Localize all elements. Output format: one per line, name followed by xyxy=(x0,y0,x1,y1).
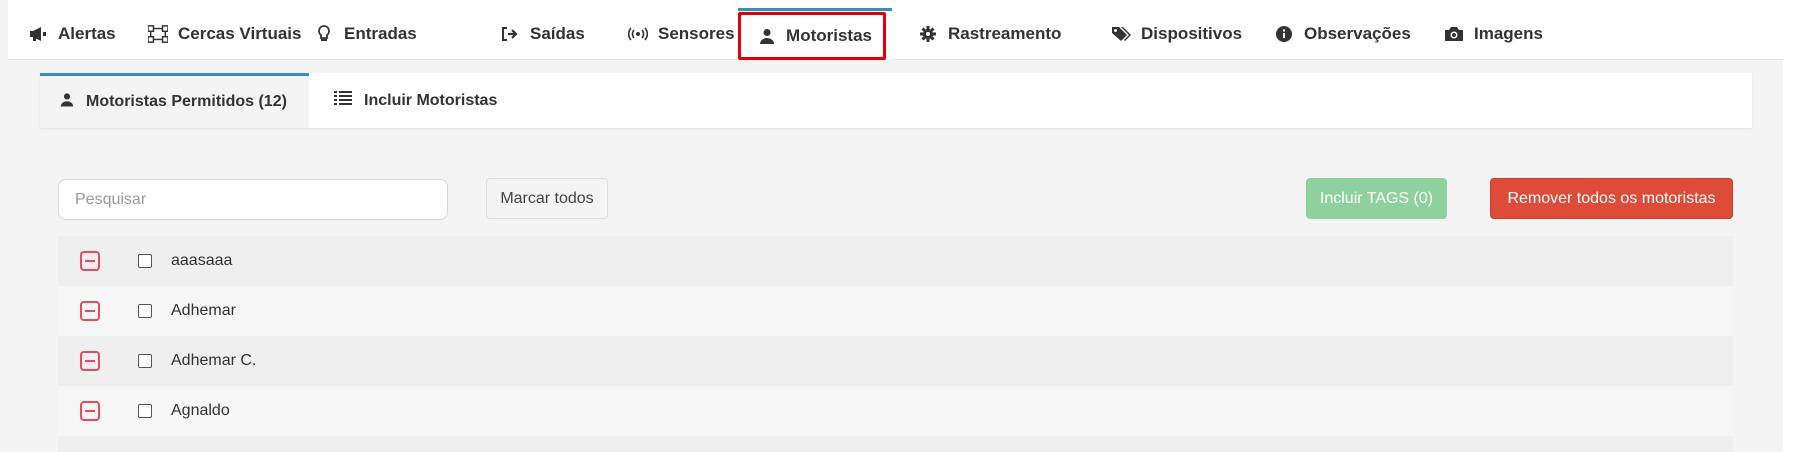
driver-name: Agnaldo xyxy=(171,402,230,419)
tab-label: Imagens xyxy=(1474,24,1543,43)
subtab-include-drivers[interactable]: Incluir Motoristas xyxy=(334,73,497,128)
remove-icon[interactable] xyxy=(80,351,100,371)
broadcast-icon xyxy=(628,24,648,44)
table-row: Adhemar xyxy=(58,286,1733,336)
search-input[interactable] xyxy=(58,179,448,220)
tab-sensores[interactable]: Sensores xyxy=(608,8,755,60)
tab-label: Motoristas xyxy=(786,25,872,45)
row-checkbox[interactable] xyxy=(138,404,152,418)
tab-label: Saídas xyxy=(530,24,585,43)
table-row: Agnaldo xyxy=(58,386,1733,436)
tags-icon xyxy=(1111,24,1131,44)
tab-rastreamento[interactable]: Rastreamento xyxy=(898,8,1081,60)
tab-label: Sensores xyxy=(658,24,735,43)
tab-cercas-virtuais[interactable]: Cercas Virtuais xyxy=(128,8,321,60)
driver-name: Adhemar C. xyxy=(171,352,257,369)
user-icon xyxy=(60,92,74,112)
camera-icon xyxy=(1444,24,1464,44)
tab-entradas[interactable]: Entradas xyxy=(294,8,437,60)
user-icon xyxy=(758,26,776,46)
driver-name: Adhemar xyxy=(171,302,236,319)
remove-icon[interactable] xyxy=(80,301,100,321)
tab-label: Cercas Virtuais xyxy=(178,24,302,43)
tab-label: Observações xyxy=(1304,24,1411,43)
sub-tab-bar: Motoristas Permitidos (12) Incluir Motor… xyxy=(40,73,1752,128)
gear-icon xyxy=(918,24,938,44)
include-tags-button[interactable]: Incluir TAGS (0) xyxy=(1306,178,1447,219)
tab-saidas[interactable]: Saídas xyxy=(480,8,605,60)
row-checkbox[interactable] xyxy=(138,304,152,318)
megaphone-icon xyxy=(28,24,48,44)
page-edge xyxy=(1783,0,1807,452)
table-row xyxy=(58,436,1733,452)
tab-imagens[interactable]: Imagens xyxy=(1424,8,1563,60)
vector-square-icon xyxy=(148,24,168,44)
tab-observacoes[interactable]: Observações xyxy=(1254,8,1431,60)
tab-motoristas[interactable]: Motoristas xyxy=(738,8,892,60)
remove-icon[interactable] xyxy=(80,251,100,271)
subtab-label: Incluir Motoristas xyxy=(364,91,498,109)
remove-icon[interactable] xyxy=(80,401,100,421)
row-checkbox[interactable] xyxy=(138,254,152,268)
table-row: aaasaaa xyxy=(58,236,1733,286)
subtab-allowed-drivers[interactable]: Motoristas Permitidos (12) xyxy=(40,73,309,128)
tab-alertas[interactable]: Alertas xyxy=(8,8,136,60)
row-checkbox[interactable] xyxy=(138,354,152,368)
info-circle-icon xyxy=(1274,24,1294,44)
tab-label: Dispositivos xyxy=(1141,24,1243,43)
main-tab-bar: Alertas Cercas Virtuais Entradas Saídas … xyxy=(8,0,1784,60)
lightbulb-icon xyxy=(314,24,334,44)
driver-name: aaasaaa xyxy=(171,252,233,269)
list-icon xyxy=(334,91,352,110)
remove-all-drivers-button[interactable]: Remover todos os motoristas xyxy=(1490,178,1733,219)
tab-label: Rastreamento xyxy=(948,24,1062,43)
tab-dispositivos[interactable]: Dispositivos xyxy=(1091,8,1262,60)
select-all-button[interactable]: Marcar todos xyxy=(486,178,608,219)
tab-label: Alertas xyxy=(58,24,116,43)
sign-out-icon xyxy=(500,24,520,44)
table-row: Adhemar C. xyxy=(58,336,1733,386)
tab-label: Entradas xyxy=(344,24,417,43)
subtab-label: Motoristas Permitidos (12) xyxy=(86,93,287,110)
